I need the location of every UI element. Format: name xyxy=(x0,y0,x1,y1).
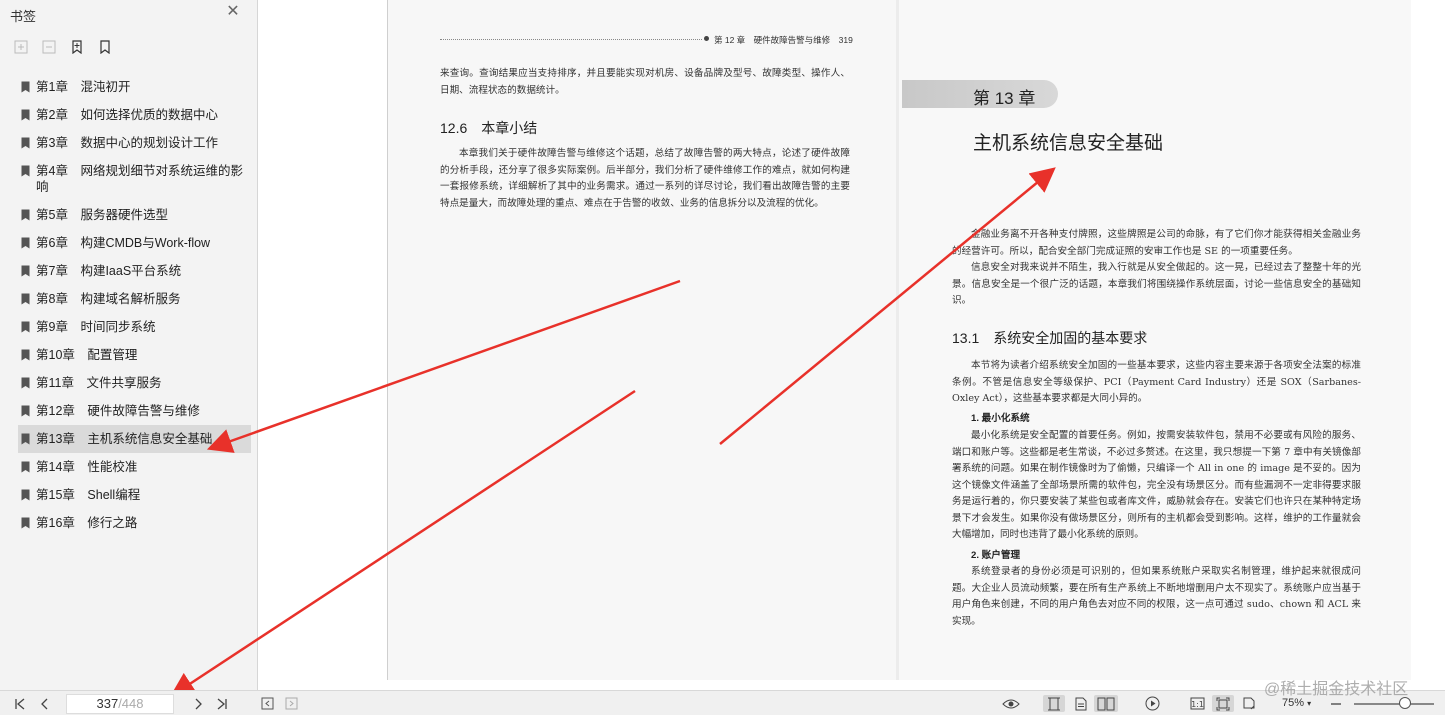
watermark: @稀土掘金技术社区 xyxy=(1264,681,1409,698)
play-icon[interactable] xyxy=(1141,695,1163,712)
bookmark-label: 第13章 主机系统信息安全基础 xyxy=(36,432,213,446)
bookmark-label: 第14章 性能校准 xyxy=(36,460,138,474)
bookmark-item[interactable]: 第3章 数据中心的规划设计工作 xyxy=(18,129,251,157)
section-heading: 13.1 系统安全加固的基本要求 xyxy=(952,330,1148,346)
bookmark-item[interactable]: 第16章 修行之路 xyxy=(18,509,251,537)
bookmark-item[interactable]: 第8章 构建域名解析服务 xyxy=(18,285,251,313)
pdf-reader-window: 书签 ✕ 第1章 混沌初开第2章 如何选择优质的数据中心 第3章 数据中心的规划设… xyxy=(0,0,1445,715)
paragraph: 金融业务离不开各种支付牌照，这些牌照是公司的命脉，有了它们你才能获得相关金融业务… xyxy=(952,229,1361,257)
sidebar-toolbar xyxy=(12,38,114,58)
page-number-input[interactable]: 337/448 xyxy=(66,694,174,714)
go-forward-icon[interactable] xyxy=(282,695,300,712)
bookmark-icon xyxy=(21,137,30,149)
bookmark-item[interactable]: 第11章 文件共享服务 xyxy=(18,369,251,397)
bookmark-item[interactable]: 第2章 如何选择优质的数据中心 xyxy=(18,101,251,129)
bookmark-item[interactable]: 第1章 混沌初开 xyxy=(18,73,251,101)
paragraph: 信息安全对我来说并不陌生，我入行就是从安全做起的。这一晃，已经过去了整整十年的光… xyxy=(952,262,1361,306)
bookmark-label: 第16章 修行之路 xyxy=(36,516,138,530)
bookmark-list: 第1章 混沌初开第2章 如何选择优质的数据中心 第3章 数据中心的规划设计工作第4… xyxy=(18,73,251,537)
bookmark-label: 第15章 Shell编程 xyxy=(36,488,141,502)
paragraph: 系统登录者的身份必须是可识别的，但如果系统账户采取实名制管理，维护起来就很成问题… xyxy=(952,566,1361,627)
last-page-icon[interactable] xyxy=(212,695,232,712)
bookmark-icon xyxy=(21,489,30,501)
fit-width-icon[interactable] xyxy=(1238,695,1260,712)
section-heading: 12.6 本章小结 xyxy=(440,120,538,136)
bookmark-icon xyxy=(21,209,30,221)
bookmark-icon xyxy=(21,237,30,249)
bookmark-label: 第1章 混沌初开 xyxy=(36,80,131,94)
bookmark-item[interactable]: 第10章 配置管理 xyxy=(18,341,251,369)
sidebar-title: 书签 xyxy=(10,9,37,24)
bookmark-icon xyxy=(21,405,30,417)
subheading: 2. 账户管理 xyxy=(971,550,1021,561)
running-head: 第 12 章 硬件故障告警与维修 319 xyxy=(440,34,853,46)
bookmark-item[interactable]: 第4章 网络规划细节对系统运维的影响 xyxy=(18,157,251,201)
bookmark-item[interactable]: 第5章 服务器硬件选型 xyxy=(18,201,251,229)
bookmark-label: 第9章 时间同步系统 xyxy=(36,320,156,334)
zoom-slider[interactable] xyxy=(1354,703,1434,705)
next-page-icon[interactable] xyxy=(188,695,208,712)
bookmark-item[interactable]: 第12章 硬件故障告警与维修 xyxy=(18,397,251,425)
paragraph: 本章我们关于硬件故障告警与维修这个话题，总结了故障告警的两大特点，论述了硬件故障… xyxy=(440,148,850,209)
svg-text:1:1: 1:1 xyxy=(1191,700,1204,709)
bookmark-label: 第3章 数据中心的规划设计工作 xyxy=(36,136,218,150)
close-icon[interactable]: ✕ xyxy=(224,3,242,21)
chapter-tab: 第 13 章 xyxy=(902,80,1058,108)
go-back-icon[interactable] xyxy=(258,695,276,712)
bookmark-icon xyxy=(21,321,30,333)
bookmark-label: 第11章 文件共享服务 xyxy=(36,376,162,390)
previous-page-icon[interactable] xyxy=(35,695,55,712)
bookmark-icon xyxy=(21,81,30,93)
subheading: 1. 最小化系统 xyxy=(971,413,1030,424)
document-view[interactable]: 第 12 章 硬件故障告警与维修 319 来查询。查询结果应当支持排序，并且要能… xyxy=(259,0,1445,690)
bookmark-item[interactable]: 第6章 构建CMDB与Work-flow xyxy=(18,229,251,257)
add-bookmark-icon[interactable] xyxy=(68,38,86,56)
bookmark-item[interactable]: 第13章 主机系统信息安全基础 xyxy=(18,425,251,453)
bookmark-label: 第12章 硬件故障告警与维修 xyxy=(36,404,200,418)
paragraph: 来查询。查询结果应当支持排序，并且要能实现对机房、设备品牌及型号、故障类型、操作… xyxy=(440,68,850,96)
bookmark-icon xyxy=(21,461,30,473)
bookmark-icon xyxy=(21,293,30,305)
paragraph: 最小化系统是安全配置的首要任务。例如，按需安装软件包，禁用不必要或有风险的服务、… xyxy=(952,430,1361,540)
page-320: 第 13 章 主机系统信息安全基础 金融业务离不开各种支付牌照，这些牌照是公司的… xyxy=(899,0,1411,680)
bookmark-icon xyxy=(21,517,30,529)
bookmark-label: 第10章 配置管理 xyxy=(36,348,138,362)
bookmark-icon[interactable] xyxy=(96,38,114,56)
bookmark-label: 第7章 构建IaaS平台系统 xyxy=(36,264,182,278)
bookmark-icon xyxy=(21,433,30,445)
bookmark-label: 第4章 网络规划细节对系统运维的影响 xyxy=(36,164,243,194)
two-page-icon[interactable] xyxy=(1094,695,1118,712)
paragraph: 本节将为读者介绍系统安全加固的一些基本要求，这些内容主要来源于各项安全法案的标准… xyxy=(952,360,1361,404)
actual-size-icon[interactable]: 1:1 xyxy=(1186,695,1208,712)
bookmark-icon xyxy=(21,265,30,277)
bookmark-sidebar: 书签 ✕ 第1章 混沌初开第2章 如何选择优质的数据中心 第3章 数据中心的规划设… xyxy=(0,0,258,690)
bottom-toolbar: 337/448 1:1 75% ▾ xyxy=(0,690,1445,715)
fit-page-icon[interactable] xyxy=(1212,695,1234,712)
continuous-scroll-icon[interactable] xyxy=(1043,695,1065,712)
collapse-all-icon[interactable] xyxy=(40,38,58,56)
bookmark-label: 第8章 构建域名解析服务 xyxy=(36,292,181,306)
bookmark-item[interactable]: 第7章 构建IaaS平台系统 xyxy=(18,257,251,285)
bookmark-icon xyxy=(21,377,30,389)
bookmark-label: 第6章 构建CMDB与Work-flow xyxy=(36,236,211,250)
first-page-icon[interactable] xyxy=(10,695,30,712)
expand-all-icon[interactable] xyxy=(12,38,30,56)
chapter-title: 主机系统信息安全基础 xyxy=(973,133,1164,154)
bookmark-icon xyxy=(21,349,30,361)
page-319: 第 12 章 硬件故障告警与维修 319 来查询。查询结果应当支持排序，并且要能… xyxy=(387,0,897,680)
bookmark-item[interactable]: 第14章 性能校准 xyxy=(18,453,251,481)
bookmark-label: 第5章 服务器硬件选型 xyxy=(36,208,168,222)
bookmark-icon xyxy=(21,165,30,177)
bookmark-icon xyxy=(21,109,30,121)
bookmark-item[interactable]: 第9章 时间同步系统 xyxy=(18,313,251,341)
eye-icon[interactable] xyxy=(1000,695,1022,712)
bookmark-item[interactable]: 第15章 Shell编程 xyxy=(18,481,251,509)
bookmark-label: 第2章 如何选择优质的数据中心 xyxy=(36,108,218,122)
single-page-icon[interactable] xyxy=(1071,695,1091,712)
